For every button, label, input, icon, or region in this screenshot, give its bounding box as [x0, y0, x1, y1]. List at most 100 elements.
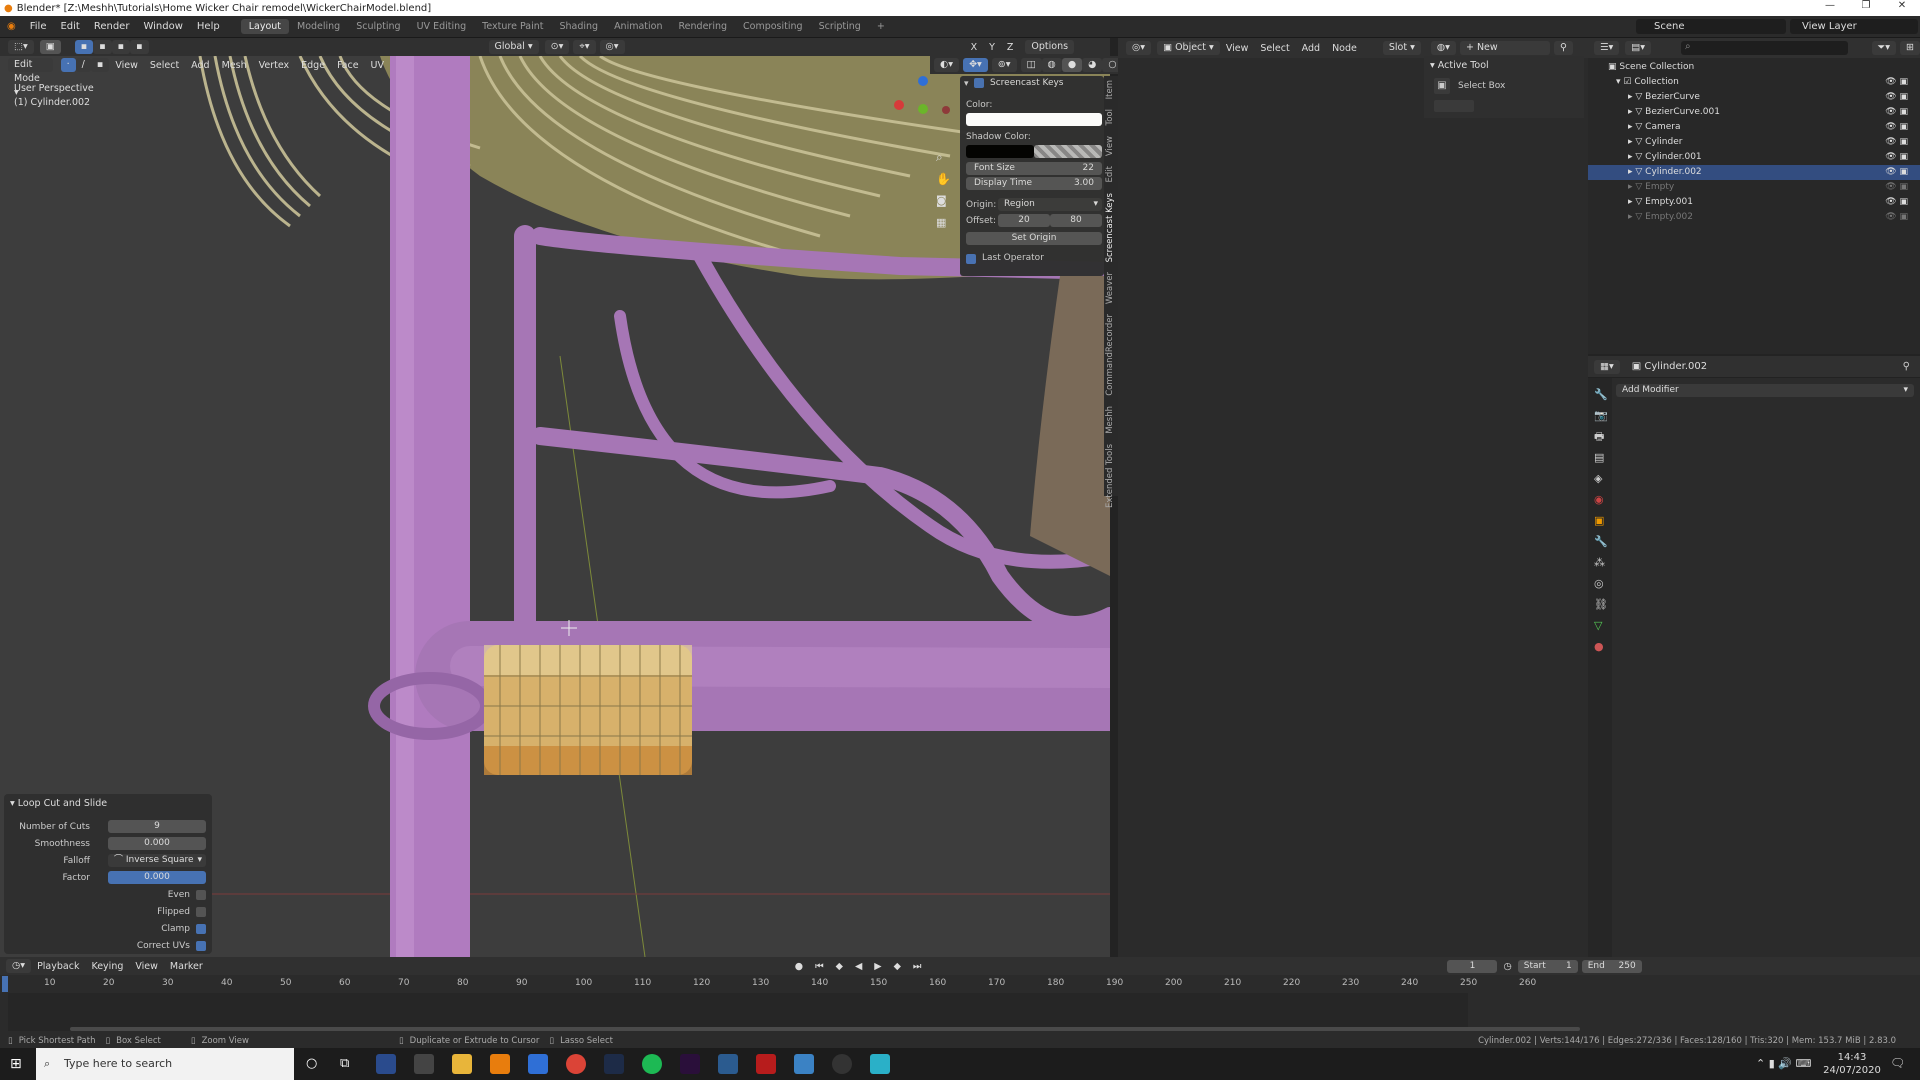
menu-select[interactable]: Select: [144, 60, 185, 71]
maximize-button[interactable]: ❐: [1848, 0, 1884, 11]
axis-y[interactable]: Y: [983, 42, 1001, 53]
timeline-track[interactable]: [8, 993, 1468, 1031]
photoshop-icon[interactable]: [604, 1054, 624, 1074]
select-mode-new-button[interactable]: ▪: [74, 40, 94, 54]
flipped-checkbox[interactable]: [196, 907, 206, 917]
pivot-point-icon[interactable]: ⊙▾: [544, 40, 570, 54]
scene-tab-icon[interactable]: ◈: [1594, 468, 1612, 489]
gizmo-x-axis-icon[interactable]: [894, 100, 904, 110]
last-operator-checkbox[interactable]: [966, 254, 976, 264]
axis-z[interactable]: Z: [1001, 42, 1020, 53]
pin-icon[interactable]: ⚲: [1903, 361, 1910, 372]
snap-icon[interactable]: ⌖▾: [573, 40, 596, 54]
object-tab-icon[interactable]: ▣: [1594, 510, 1612, 531]
view-layer-tab-icon[interactable]: ▤: [1594, 447, 1612, 468]
proportional-edit-icon[interactable]: ◎▾: [599, 40, 625, 54]
slot-dropdown[interactable]: Slot ▾: [1382, 41, 1421, 55]
visibility-eye-icon[interactable]: 👁 ▣: [1885, 150, 1908, 165]
transform-orientation-dropdown[interactable]: Global ▾: [488, 40, 539, 54]
screencast-enable-checkbox[interactable]: [974, 78, 984, 88]
windows-start-icon[interactable]: ⊞: [10, 1056, 22, 1072]
blender-app-icon[interactable]: [490, 1054, 510, 1074]
smoothness-field[interactable]: 0.000: [108, 837, 206, 850]
grid-view-icon[interactable]: ▦: [936, 216, 946, 229]
editor-type-button[interactable]: ⬚▾: [8, 40, 34, 54]
system-tray-icons[interactable]: ⌃ ▮ 🔊 ⌨: [1756, 1057, 1811, 1070]
offset-y-field[interactable]: 80: [1050, 214, 1102, 227]
editor-type-button[interactable]: ◎▾: [1126, 41, 1152, 55]
npanel-tab-tool[interactable]: Tool: [1105, 109, 1115, 126]
face-select-icon[interactable]: ▪: [90, 58, 110, 72]
blender-menu-icon[interactable]: ◉: [0, 21, 23, 32]
timeline-ruler[interactable]: 10 20 30 40 50 60 70 80 90 100 110 120 130 140 150 160 1…: [0, 976, 1920, 992]
solid-shading-icon[interactable]: ●: [1061, 58, 1083, 72]
outliner-item[interactable]: ▸ ▽ Camera 👁 ▣: [1588, 120, 1920, 135]
visibility-eye-icon[interactable]: 👁 ▣: [1885, 120, 1908, 135]
app-icon[interactable]: [718, 1054, 738, 1074]
new-collection-icon[interactable]: ⊞: [1900, 41, 1920, 55]
falloff-dropdown[interactable]: ⌒ Inverse Square ▾: [108, 854, 206, 867]
shader-editor[interactable]: ◎▾ ▣ Object ▾ View Select Add Node Slot …: [1118, 38, 1588, 957]
tab-scripting[interactable]: Scripting: [811, 19, 869, 34]
menu-mesh[interactable]: Mesh: [216, 60, 253, 71]
chrome-icon[interactable]: [566, 1054, 586, 1074]
editor-type-button[interactable]: ◷▾: [6, 959, 32, 973]
gizmo-neg-x-icon[interactable]: [942, 106, 950, 114]
file-explorer-icon[interactable]: [452, 1054, 472, 1074]
constraints-tab-icon[interactable]: ⛓: [1594, 594, 1612, 615]
pin-icon[interactable]: ⚲: [1553, 41, 1573, 55]
menu-window[interactable]: Window: [136, 21, 189, 32]
particles-tab-icon[interactable]: ⁂: [1594, 552, 1612, 573]
modifier-tab-icon[interactable]: 🔧: [1594, 531, 1612, 552]
jump-end-button[interactable]: ⏭: [907, 961, 928, 972]
shader-type-dropdown[interactable]: ▣ Object ▾: [1157, 41, 1220, 55]
timeline-menu-playback[interactable]: Playback: [31, 961, 85, 972]
play-button[interactable]: ▶: [868, 961, 887, 972]
cortana-icon[interactable]: ○: [306, 1056, 317, 1071]
photos-icon[interactable]: [794, 1054, 814, 1074]
npanel-tab-commandrecorder[interactable]: CommandRecorder: [1105, 314, 1115, 396]
visibility-eye-icon[interactable]: 👁 ▣: [1885, 165, 1908, 180]
menu-file[interactable]: File: [23, 21, 54, 32]
tab-layout[interactable]: Layout: [240, 19, 289, 34]
output-tab-icon[interactable]: 🖶: [1594, 426, 1612, 447]
prev-keyframe-button[interactable]: ◆: [830, 961, 849, 972]
select-mode-invert-button[interactable]: ▪: [130, 40, 149, 54]
taskbar-search-input[interactable]: ⌕ Type here to search: [36, 1048, 294, 1080]
outliner-item[interactable]: ▸ ▽ Cylinder.002 👁 ▣: [1588, 165, 1920, 180]
set-origin-button[interactable]: Set Origin: [966, 232, 1102, 245]
tab-sculpting[interactable]: Sculpting: [348, 19, 408, 34]
outliner-item[interactable]: ▸ ▽ Empty.002 👁 ▣: [1588, 210, 1920, 225]
acrobat-icon[interactable]: [756, 1054, 776, 1074]
tool-tab-icon[interactable]: 🔧: [1594, 384, 1612, 405]
current-frame-field[interactable]: 1: [1447, 959, 1498, 973]
material-tab-icon[interactable]: ●: [1594, 636, 1612, 657]
loop-cut-title[interactable]: ▾ Loop Cut and Slide: [10, 798, 107, 809]
app-icon[interactable]: [414, 1054, 434, 1074]
menu-view[interactable]: View: [109, 60, 144, 71]
close-button[interactable]: ✕: [1884, 0, 1920, 11]
tab-rendering[interactable]: Rendering: [671, 19, 736, 34]
tab-uv-editing[interactable]: UV Editing: [409, 19, 475, 34]
app-icon[interactable]: [376, 1054, 396, 1074]
visibility-eye-icon[interactable]: 👁 ▣: [1885, 75, 1908, 90]
select-box-icon[interactable]: ▣: [1434, 78, 1450, 94]
tab-modeling[interactable]: Modeling: [289, 19, 348, 34]
npanel-tab-weaver[interactable]: Weaver: [1105, 272, 1115, 304]
app-icon[interactable]: [870, 1054, 890, 1074]
calculator-icon[interactable]: [528, 1054, 548, 1074]
start-frame-field[interactable]: Start 1: [1517, 959, 1578, 973]
clock[interactable]: 14:43 24/07/2020: [1822, 1051, 1882, 1077]
outliner-collection[interactable]: ▾ ☑ Collection 👁 ▣: [1588, 75, 1920, 90]
xray-icon[interactable]: ◫: [1020, 58, 1042, 72]
add-workspace-button[interactable]: +: [869, 19, 893, 34]
timeline-menu-view[interactable]: View: [129, 961, 164, 972]
offset-x-field[interactable]: 20: [998, 214, 1050, 227]
menu-edit[interactable]: Edit: [53, 21, 86, 32]
display-mode-dropdown[interactable]: ▤▾: [1625, 41, 1652, 55]
node-menu-node[interactable]: Node: [1326, 43, 1363, 54]
mode-dropdown[interactable]: Edit Mode ▾: [8, 58, 53, 98]
outliner-item[interactable]: ▸ ▽ Empty.001 👁 ▣: [1588, 195, 1920, 210]
visibility-eye-icon[interactable]: 👁 ▣: [1885, 135, 1908, 150]
options-dropdown[interactable]: Options: [1025, 40, 1075, 54]
